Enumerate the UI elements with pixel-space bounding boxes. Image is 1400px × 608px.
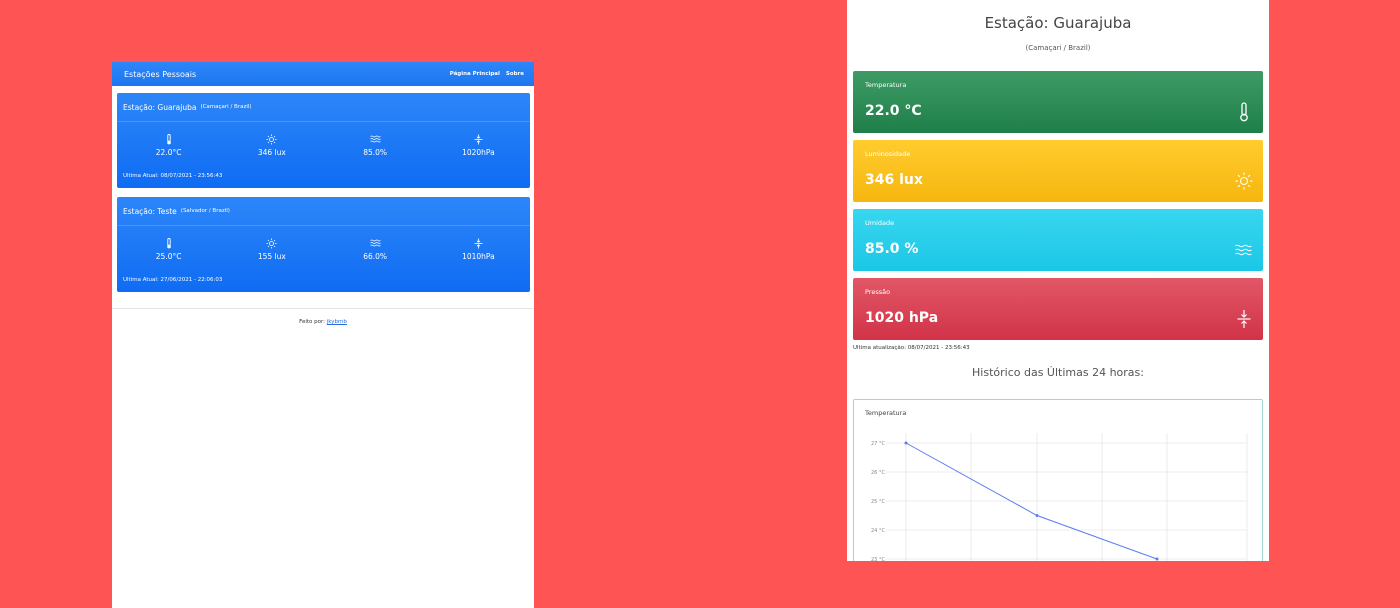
footer-prefix: Feito por:	[299, 319, 326, 325]
station-metrics: 25.0°C 155 lux 66.0% 1010hPa	[117, 226, 530, 272]
pressure-value: 1010hPa	[462, 252, 495, 261]
temperature-value: 25.0°C	[155, 252, 182, 261]
footer-author-link[interactable]: jkybmb	[327, 319, 347, 325]
compress-icon	[1235, 308, 1253, 330]
card-label: Luminosidade	[865, 150, 911, 158]
station-card-teste[interactable]: Estação: Teste (Salvador / Brazil) 25.0°…	[117, 197, 530, 292]
data-point	[1035, 514, 1039, 517]
station-location: (Camaçari / Brazil)	[200, 104, 252, 110]
temperature-line-chart: 27 °C 26 °C 25 °C 24 °C 23 °C	[871, 433, 1248, 561]
station-detail-screen: Estação: Guarajuba (Camaçari / Brazil) T…	[847, 0, 1269, 561]
water-icon	[1235, 239, 1253, 261]
temperature-chart-panel: Temperatura 27 °C 26 °C 25 °C 24 °C 23 °C	[853, 399, 1263, 561]
metric-pressure: 1010hPa	[433, 236, 523, 272]
card-label: Pressão	[865, 288, 891, 296]
nav-link-home[interactable]: Página Principal	[450, 71, 500, 77]
humidity-value: 66.0%	[363, 252, 388, 261]
thermometer-icon	[166, 236, 172, 250]
navbar-brand[interactable]: Estações Pessoais	[124, 70, 196, 79]
metric-humidity: 85.0%	[330, 132, 420, 168]
light-value: 346 lux	[257, 148, 286, 157]
y-tick-label: 23 °C	[871, 557, 885, 561]
station-name: Estação: Guarajuba	[123, 102, 197, 112]
metric-light: 155 lux	[227, 236, 317, 272]
card-value: 346 lux	[865, 172, 923, 188]
metric-light: 346 lux	[227, 132, 317, 168]
sun-icon	[266, 132, 277, 146]
temperature-card: Temperatura 22.0 °C	[853, 71, 1263, 133]
y-tick-label: 26 °C	[871, 470, 885, 476]
page-title: Estação: Guarajuba	[984, 14, 1132, 32]
sun-icon	[266, 236, 277, 250]
station-card-guarajuba[interactable]: Estação: Guarajuba (Camaçari / Brazil) 2…	[117, 93, 530, 188]
light-value: 155 lux	[257, 252, 286, 261]
y-tick-label: 24 °C	[871, 528, 885, 534]
temperature-value: 22.0°C	[155, 148, 182, 157]
pressure-card: Pressão 1020 hPa	[853, 278, 1263, 340]
stations-list-screen: Estações Pessoais Página Principal Sobre…	[112, 62, 534, 608]
card-label: Umidade	[865, 219, 895, 227]
metric-temperature: 22.0°C	[124, 132, 214, 168]
station-location: (Salvador / Brazil)	[180, 208, 230, 214]
pressure-value: 1020hPa	[462, 148, 495, 157]
station-updated: Ultima Atual: 27/06/2021 - 22:06:03	[123, 277, 223, 283]
last-update-text: Ultima atualização: 08/07/2021 - 23:56:4…	[853, 345, 970, 351]
station-metrics: 22.0°C 346 lux 85.0% 1020hPa	[117, 122, 530, 168]
light-card: Luminosidade 346 lux	[853, 140, 1263, 202]
navbar: Estações Pessoais Página Principal Sobre	[112, 62, 534, 86]
thermometer-icon	[166, 132, 172, 146]
data-point	[1155, 557, 1159, 561]
compress-icon	[474, 132, 483, 146]
station-card-header: Estação: Teste (Salvador / Brazil)	[117, 197, 530, 226]
station-name: Estação: Teste	[123, 206, 177, 216]
page-footer: Feito por: jkybmb	[112, 308, 534, 325]
humidity-card: Umidade 85.0 %	[853, 209, 1263, 271]
thermometer-icon	[1235, 101, 1253, 123]
compress-icon	[474, 236, 483, 250]
metric-pressure: 1020hPa	[433, 132, 523, 168]
station-updated: Ultima Atual: 08/07/2021 - 23:56:43	[123, 173, 223, 179]
metric-humidity: 66.0%	[330, 236, 420, 272]
water-icon	[369, 132, 381, 146]
card-value: 85.0 %	[865, 241, 919, 257]
humidity-value: 85.0%	[363, 148, 388, 157]
y-tick-label: 27 °C	[871, 441, 885, 447]
y-tick-label: 25 °C	[871, 499, 885, 505]
water-icon	[369, 236, 381, 250]
data-point	[904, 441, 908, 445]
nav-link-about[interactable]: Sobre	[506, 71, 524, 77]
station-card-header: Estação: Guarajuba (Camaçari / Brazil)	[117, 93, 530, 122]
page-subtitle: (Camaçari / Brazil)	[1025, 44, 1091, 52]
history-title: Histórico das Últimas 24 horas:	[972, 366, 1144, 379]
metric-temperature: 25.0°C	[124, 236, 214, 272]
sun-icon	[1235, 170, 1253, 192]
card-value: 22.0 °C	[865, 103, 922, 119]
card-value: 1020 hPa	[865, 310, 939, 326]
card-label: Temperatura	[865, 81, 907, 89]
navbar-links: Página Principal Sobre	[450, 71, 524, 77]
